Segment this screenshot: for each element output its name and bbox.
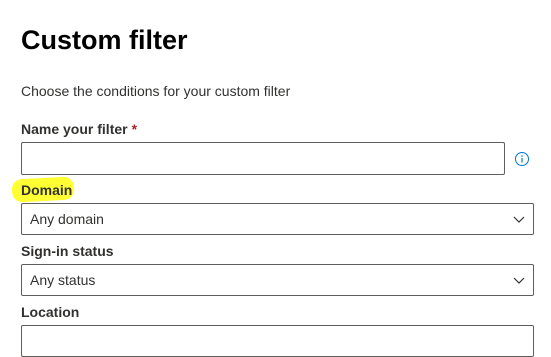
filter-name-input[interactable] [21,142,505,175]
domain-dropdown[interactable]: Any domain [21,203,534,235]
panel-title: Custom filter [21,25,188,55]
panel-description: Choose the conditions for your custom fi… [21,83,291,99]
domain-label: Domain [21,182,73,198]
required-marker: * [131,121,138,137]
name-filter-label: Name your filter * [21,120,137,138]
signin-status-dropdown[interactable]: Any status [21,264,534,296]
info-icon[interactable] [514,151,530,167]
custom-filter-panel: Custom filter Choose the conditions for … [0,0,551,357]
location-label: Location [21,304,80,320]
chevron-down-icon [513,216,525,223]
chevron-down-icon [513,277,525,284]
signin-status-label: Sign-in status [21,243,114,259]
name-filter-label-text: Name your filter [21,121,128,137]
signin-status-dropdown-value: Any status [30,272,96,288]
domain-dropdown-value: Any domain [30,211,104,227]
